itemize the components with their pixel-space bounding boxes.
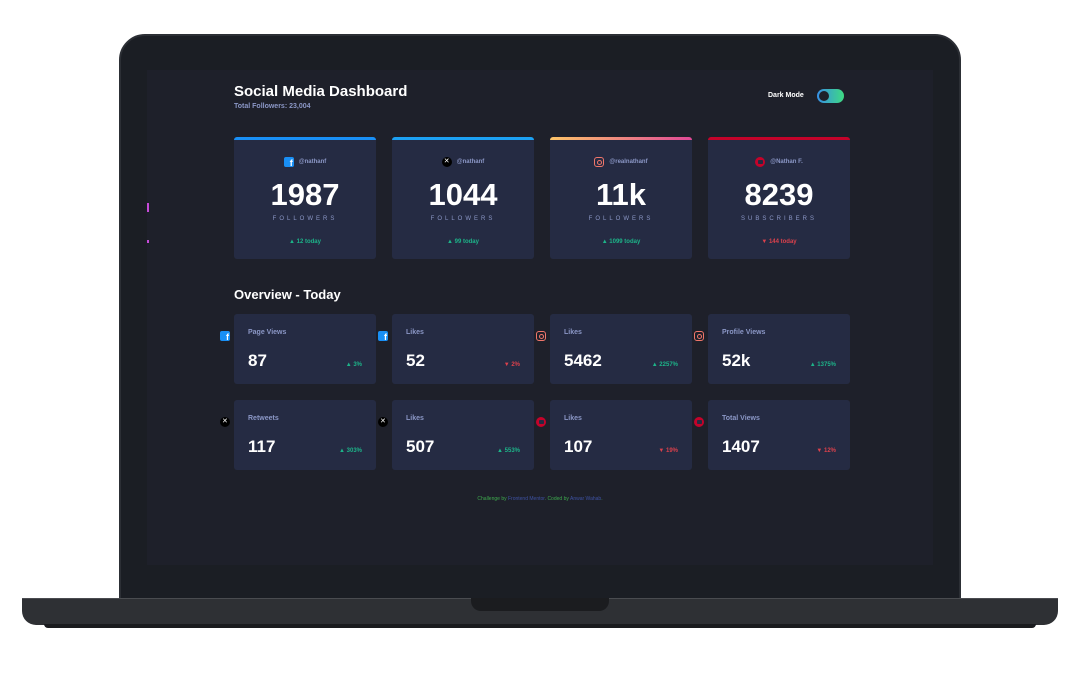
card-handle: @realnathanf bbox=[609, 159, 648, 165]
youtube-icon bbox=[694, 417, 704, 427]
toggle-knob bbox=[819, 91, 829, 101]
card-handle: @nathanf bbox=[456, 159, 485, 165]
author-link[interactable]: Anwar Wahab bbox=[570, 496, 601, 502]
overview-change: ▼ 19% bbox=[658, 448, 678, 454]
overview-label: Likes bbox=[406, 329, 424, 336]
overview-label: Likes bbox=[564, 329, 582, 336]
page-title: Social Media Dashboard bbox=[234, 83, 408, 100]
card-count: 1044 bbox=[428, 177, 498, 212]
overview-card[interactable]: Total Views 1407 ▼ 12% bbox=[694, 400, 850, 470]
card-accent-bar bbox=[392, 137, 534, 140]
x-icon bbox=[220, 417, 230, 427]
card-label: FOLLOWERS bbox=[430, 216, 496, 222]
overview-change: ▲ 1375% bbox=[809, 362, 836, 368]
facebook-icon bbox=[283, 157, 294, 168]
overview-card[interactable]: Profile Views 52k ▲ 1375% bbox=[694, 314, 850, 384]
card-handle: @nathanf bbox=[298, 159, 327, 165]
x-icon bbox=[441, 157, 452, 167]
screen: Social Media Dashboard Total Followers: … bbox=[147, 70, 933, 565]
card-x[interactable]: @nathanf 1044 FOLLOWERS ▲ 99 today bbox=[392, 137, 534, 259]
overview-label: Total Views bbox=[722, 415, 760, 422]
instagram-icon bbox=[536, 331, 546, 341]
laptop-notch bbox=[471, 598, 609, 611]
overview-label: Page Views bbox=[248, 329, 287, 336]
overview-value: 52k bbox=[722, 351, 751, 370]
overview-change: ▼ 2% bbox=[503, 362, 520, 368]
overview-label: Likes bbox=[406, 415, 424, 422]
card-youtube[interactable]: @Nathan F. 8239 SUBSCRIBERS ▼ 144 today bbox=[708, 137, 850, 259]
card-label: FOLLOWERS bbox=[272, 216, 338, 222]
overview-change: ▼ 12% bbox=[816, 448, 836, 454]
overview-value: 52 bbox=[406, 351, 425, 370]
overview-label: Likes bbox=[564, 415, 582, 422]
overview-label: Profile Views bbox=[722, 329, 766, 336]
overview-change: ▲ 2257% bbox=[651, 362, 678, 368]
card-accent-bar bbox=[550, 137, 692, 140]
card-instagram[interactable]: @realnathanf 11k FOLLOWERS ▲ 1099 today bbox=[550, 137, 692, 259]
card-count: 8239 bbox=[744, 177, 814, 212]
overview-change: ▲ 303% bbox=[339, 448, 362, 454]
instagram-icon bbox=[594, 157, 605, 167]
card-change: ▲ 99 today bbox=[447, 239, 479, 245]
screen-edge-mark bbox=[147, 240, 149, 243]
overview-change: ▲ 3% bbox=[345, 362, 362, 368]
overview-value: 1407 bbox=[722, 437, 760, 456]
youtube-icon bbox=[536, 417, 546, 427]
overview-label: Retweets bbox=[248, 415, 279, 422]
screen-bezel-bottom bbox=[147, 565, 933, 598]
overview-card[interactable]: Likes 507 ▲ 553% bbox=[378, 400, 534, 470]
screen-edge-mark bbox=[147, 203, 149, 212]
card-change: ▲ 1099 today bbox=[601, 239, 641, 245]
total-followers: Total Followers: 23,004 bbox=[234, 103, 311, 110]
instagram-icon bbox=[694, 331, 704, 341]
overview-title: Overview - Today bbox=[234, 287, 341, 302]
card-change: ▼ 144 today bbox=[761, 239, 797, 245]
youtube-icon bbox=[755, 157, 766, 167]
facebook-icon bbox=[220, 331, 230, 342]
attribution-footer: Challenge by Frontend Mentor. Coded by A… bbox=[147, 496, 933, 502]
overview-value: 87 bbox=[248, 351, 267, 370]
x-icon bbox=[378, 417, 388, 427]
overview-value: 117 bbox=[248, 437, 276, 456]
overview-value: 507 bbox=[406, 437, 435, 456]
frontend-mentor-link[interactable]: Frontend Mentor bbox=[508, 496, 545, 502]
overview-card[interactable]: Likes 5462 ▲ 2257% bbox=[536, 314, 692, 384]
overview-card[interactable]: Retweets 117 ▲ 303% bbox=[220, 400, 376, 470]
card-count: 11k bbox=[595, 177, 646, 212]
card-label: FOLLOWERS bbox=[588, 216, 654, 222]
dark-mode-label: Dark Mode bbox=[768, 92, 804, 99]
dark-mode-toggle[interactable] bbox=[817, 89, 844, 103]
overview-card[interactable]: Likes 107 ▼ 19% bbox=[536, 400, 692, 470]
card-label: SUBSCRIBERS bbox=[740, 216, 817, 222]
card-accent-bar bbox=[708, 137, 850, 140]
footer-suffix: . bbox=[601, 496, 603, 502]
card-accent-bar bbox=[234, 137, 376, 140]
overview-card[interactable]: Page Views 87 ▲ 3% bbox=[220, 314, 376, 384]
overview-card[interactable]: Likes 52 ▼ 2% bbox=[378, 314, 534, 384]
facebook-icon bbox=[378, 331, 388, 342]
overview-change: ▲ 553% bbox=[497, 448, 520, 454]
overview-value: 107 bbox=[564, 437, 593, 456]
footer-middle: . Coded by bbox=[544, 496, 569, 502]
card-count: 1987 bbox=[270, 177, 340, 212]
laptop-base-shadow bbox=[44, 624, 1036, 628]
footer-prefix: Challenge by bbox=[477, 496, 507, 502]
overview-value: 5462 bbox=[564, 351, 602, 370]
card-change: ▲ 12 today bbox=[289, 239, 321, 245]
card-handle: @Nathan F. bbox=[770, 159, 803, 165]
card-facebook[interactable]: @nathanf 1987 FOLLOWERS ▲ 12 today bbox=[234, 137, 376, 259]
